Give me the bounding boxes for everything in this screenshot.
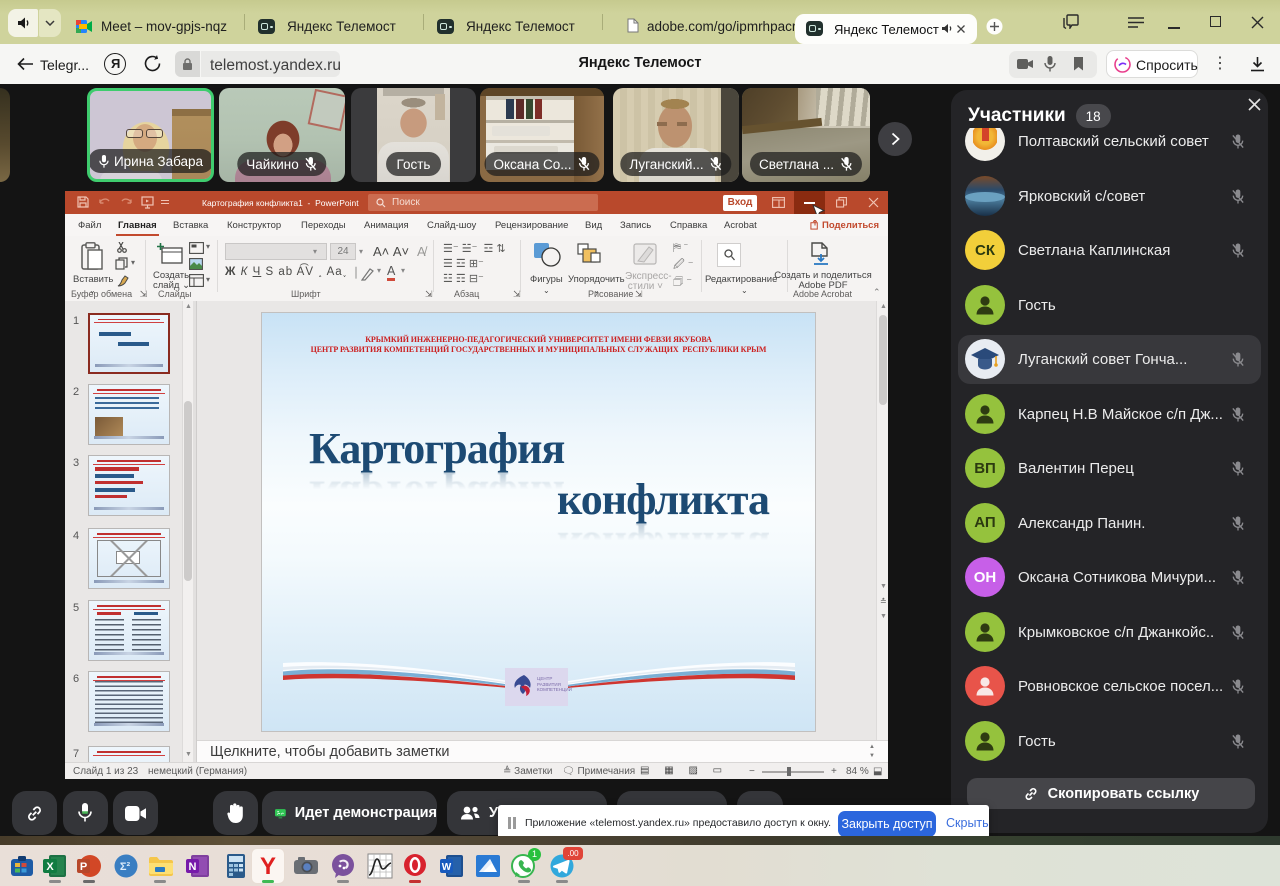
svg-text:X: X (46, 861, 54, 873)
svg-text:Σ²: Σ² (120, 861, 131, 873)
svg-text:P: P (80, 861, 87, 873)
svg-text:Y: Y (260, 853, 276, 879)
svg-text:N: N (189, 861, 197, 873)
svg-text:W: W (442, 862, 452, 873)
